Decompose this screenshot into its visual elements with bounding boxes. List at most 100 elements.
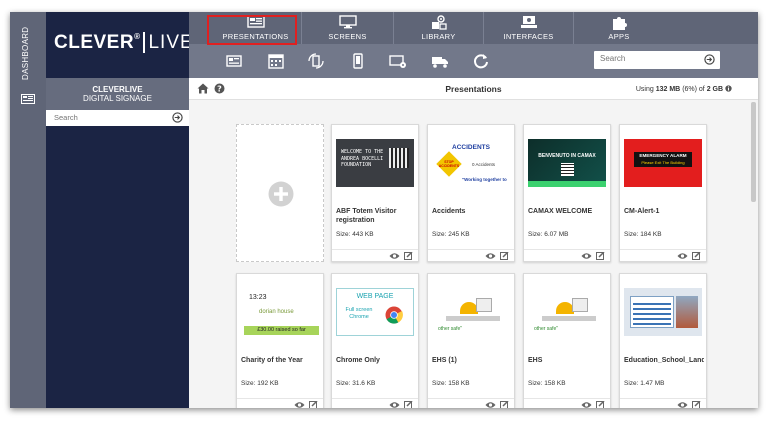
logo-brand: CLEVER — [54, 32, 135, 53]
chrome-icon — [385, 306, 403, 324]
dashboard-icon[interactable] — [21, 94, 35, 104]
side-search[interactable] — [46, 110, 189, 126]
brick-row — [542, 316, 596, 321]
thumb-quote: "Working together to — [462, 177, 507, 182]
mobile-icon[interactable] — [349, 52, 367, 70]
card-actions — [332, 249, 418, 261]
card-size: Size: 184 KB — [624, 231, 662, 238]
top-search-input[interactable] — [600, 54, 696, 63]
card-thumbnail: other safe" — [528, 288, 606, 336]
presentation-card[interactable]: EMERGENCY ALARM Please Exit The Building… — [619, 124, 707, 262]
scrollbar[interactable] — [751, 102, 756, 202]
card-title: ABF Totem Visitor registration — [336, 208, 397, 224]
safety-board — [572, 298, 588, 312]
active-tab-highlight — [207, 15, 297, 45]
presentation-card[interactable]: BENVENUTO IN CAMAX CAMAX WELCOME Size: 6… — [523, 124, 611, 262]
eye-icon[interactable] — [581, 401, 592, 408]
eye-icon[interactable] — [677, 252, 688, 260]
eye-icon[interactable] — [294, 401, 305, 408]
presentation-card[interactable]: other safe" EHS (1) Size: 158 KB — [427, 273, 515, 408]
card-thumbnail: EMERGENCY ALARM Please Exit The Building — [624, 139, 702, 187]
card-title: Education_School_Landsca — [624, 357, 704, 364]
add-presentation-tile[interactable] — [236, 124, 324, 262]
presentation-card[interactable]: Education_School_Landsca Size: 1.47 MB — [619, 273, 707, 408]
thumb-side: 0 Accidents — [472, 162, 496, 167]
card-actions — [620, 398, 706, 408]
card-size: Size: 6.07 MB — [528, 231, 569, 238]
arrow-circle-right-icon[interactable] — [172, 112, 183, 123]
edit-icon[interactable] — [500, 252, 509, 260]
usage-amount: 132 MB — [655, 86, 681, 93]
card-actions — [332, 398, 418, 408]
tab-apps-label: APPS — [608, 32, 630, 41]
brick-row — [446, 316, 500, 321]
eye-icon[interactable] — [677, 401, 688, 408]
plus-circle-icon[interactable] — [268, 181, 294, 207]
eye-icon[interactable] — [485, 252, 496, 260]
info-icon[interactable] — [725, 85, 732, 92]
truck-icon[interactable] — [431, 52, 449, 70]
edit-icon[interactable] — [692, 401, 701, 408]
card-size: Size: 245 KB — [432, 231, 470, 238]
card-title: EHS (1) — [432, 357, 457, 364]
presentation-card[interactable]: WEB PAGE Full screen Chrome Chrome Only … — [331, 273, 419, 408]
side-panel-body — [46, 126, 189, 408]
side-panel-header: CLEVERLIVE DIGITAL SIGNAGE — [46, 78, 189, 110]
usage-total: 2 GB — [706, 86, 724, 93]
eye-icon[interactable] — [389, 252, 400, 260]
edit-icon[interactable] — [500, 401, 509, 408]
qr-code-icon — [389, 148, 409, 168]
thumb-text: WELCOME TO THE ANDREA BOCELLI FOUNDATION — [341, 149, 384, 168]
refresh-icon[interactable] — [472, 52, 490, 70]
screen-settings-icon[interactable] — [389, 52, 407, 70]
dashboard-label[interactable]: DASHBOARD — [21, 22, 30, 80]
card-actions — [428, 249, 514, 261]
edit-icon[interactable] — [692, 252, 701, 260]
logo: CLEVER® LIVE — [54, 32, 199, 54]
edit-icon[interactable] — [596, 252, 605, 260]
card-size: Size: 31.6 KB — [336, 380, 376, 387]
thumb-sub: Full screen Chrome — [345, 307, 373, 320]
tab-interfaces[interactable]: INTERFACES — [484, 12, 574, 44]
eye-icon[interactable] — [485, 401, 496, 408]
edit-icon[interactable] — [309, 401, 318, 408]
presentation-card[interactable]: ACCIDENTS STOP ACCIDENTS 0 Accidents "Wo… — [427, 124, 515, 262]
card-title: Accidents — [432, 208, 466, 215]
side-panel-title: CLEVERLIVE — [92, 85, 143, 94]
tab-apps[interactable]: APPS — [574, 12, 664, 44]
thumb-brand: dorian house — [259, 309, 294, 315]
edit-icon[interactable] — [596, 401, 605, 408]
thumb-text: BENVENUTO IN CAMAX — [538, 153, 596, 159]
calendar-icon[interactable] — [267, 52, 285, 70]
tab-library[interactable]: LIBRARY — [394, 12, 484, 44]
card-title: CAMAX WELCOME — [528, 208, 593, 215]
arrow-circle-right-icon[interactable] — [704, 54, 715, 65]
tab-screens-label: SCREENS — [328, 32, 367, 41]
eye-icon[interactable] — [389, 401, 400, 408]
toolbar — [189, 44, 758, 78]
card-title: Chrome Only — [336, 357, 380, 364]
presentation-card[interactable]: other safe" EHS Size: 158 KB — [523, 273, 611, 408]
thumb-raised: £30.00 raised so far — [244, 326, 319, 335]
card-thumbnail: BENVENUTO IN CAMAX — [528, 139, 606, 187]
thumb-line2: Please Exit The Building — [641, 160, 685, 165]
edit-icon[interactable] — [404, 401, 413, 408]
card-size: Size: 1.47 MB — [624, 380, 665, 387]
side-search-input[interactable] — [54, 113, 164, 122]
thumb-line1: EMERGENCY ALARM — [639, 153, 687, 158]
logo-area: CLEVER® LIVE — [46, 12, 199, 78]
edit-icon[interactable] — [404, 252, 413, 260]
qr-code-icon — [561, 163, 574, 176]
tab-screens[interactable]: SCREENS — [302, 12, 394, 44]
rotate-icon[interactable] — [307, 52, 325, 70]
thumb-heading: ACCIDENTS — [452, 144, 490, 151]
top-search[interactable] — [594, 51, 720, 69]
slides-icon[interactable] — [225, 52, 243, 70]
eye-icon[interactable] — [581, 252, 592, 260]
presentation-card[interactable]: 13:23 dorian house £30.00 raised so far … — [236, 273, 324, 408]
card-thumbnail: other safe" — [432, 288, 510, 336]
card-actions — [428, 398, 514, 408]
dashboard-strip[interactable]: DASHBOARD — [10, 12, 46, 408]
card-thumbnail — [624, 288, 702, 336]
presentation-card[interactable]: WELCOME TO THE ANDREA BOCELLI FOUNDATION… — [331, 124, 419, 262]
